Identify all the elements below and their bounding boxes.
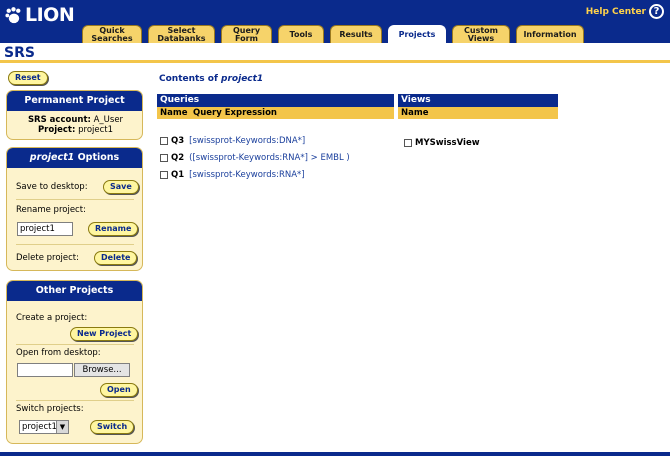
permanent-project-panel: Permanent Project SRS account: A_User Pr… xyxy=(6,90,143,140)
project-line: Project: project1 xyxy=(7,125,144,135)
other-projects-panel: Other Projects Create a project: New Pro… xyxy=(6,280,143,444)
contents-project-name: project1 xyxy=(221,74,264,84)
tab-tools[interactable]: Tools xyxy=(278,25,324,43)
project-options-title: project1 Options xyxy=(7,148,142,168)
contents-prefix: Contents of xyxy=(159,74,222,84)
bottom-bar xyxy=(0,452,670,456)
tab-select-databanks[interactable]: Select Databanks xyxy=(148,25,215,43)
view-name[interactable]: MYSwissView xyxy=(415,138,480,148)
help-icon: ? xyxy=(649,4,664,19)
srs-banner: SRS xyxy=(0,43,670,63)
query-checkbox[interactable] xyxy=(160,137,168,145)
srs-account-value: A_User xyxy=(93,115,124,125)
switch-button[interactable]: Switch xyxy=(90,420,135,434)
srs-account-label: SRS account: xyxy=(27,115,91,125)
query-expression-link[interactable]: [swissprot-Keywords:RNA*] xyxy=(189,170,304,180)
open-file-input[interactable] xyxy=(17,363,73,377)
view-row: MYSwissView xyxy=(404,138,485,148)
query-checkbox[interactable] xyxy=(160,154,168,162)
permanent-project-title: Permanent Project xyxy=(7,91,142,111)
project-options-panel: project1 Options Save to desktop: Save R… xyxy=(6,147,143,271)
chevron-down-icon[interactable]: ▼ xyxy=(56,421,68,433)
tab-results[interactable]: Results xyxy=(330,25,382,43)
srs-title: SRS xyxy=(4,45,35,61)
rename-label: Rename project: xyxy=(16,205,86,215)
switch-project-select[interactable]: project1 ▼ xyxy=(19,420,69,434)
queries-col-name: Name xyxy=(160,108,188,118)
project-options-suffix: Options xyxy=(74,152,120,163)
query-checkbox[interactable] xyxy=(160,171,168,179)
save-button[interactable]: Save xyxy=(103,180,139,194)
query-row: Q3 [swissprot-Keywords:DNA*] xyxy=(160,136,305,146)
delete-label: Delete project: xyxy=(16,253,79,263)
srs-account-line: SRS account: A_User xyxy=(7,115,144,125)
tab-information[interactable]: Information xyxy=(516,25,584,43)
browse-button[interactable]: Browse... xyxy=(74,363,130,377)
open-desktop-label: Open from desktop: xyxy=(16,348,101,358)
query-expression-link[interactable]: ([swissprot-Keywords:RNA*] > EMBL ) xyxy=(189,153,350,163)
help-center-label: Help Center xyxy=(585,6,646,17)
query-expression-link[interactable]: [swissprot-Keywords:DNA*] xyxy=(189,136,305,146)
tab-projects[interactable]: Projects xyxy=(388,25,446,43)
switch-project-value: project1 xyxy=(22,422,57,432)
query-name: Q3 xyxy=(171,136,185,146)
query-name: Q1 xyxy=(171,170,185,180)
project-label: Project: xyxy=(37,125,76,135)
project-options-name: project1 xyxy=(29,152,75,163)
delete-button[interactable]: Delete xyxy=(94,251,138,265)
save-label: Save to desktop: xyxy=(16,182,88,192)
reset-button[interactable]: Reset xyxy=(8,71,48,85)
switch-projects-label: Switch projects: xyxy=(16,404,84,414)
app-header: LION Help Center ? Quick Searches Select… xyxy=(0,0,670,43)
queries-col-expression: Query Expression xyxy=(193,108,277,118)
project-value: project1 xyxy=(78,125,114,135)
views-header: Views xyxy=(398,94,558,107)
help-center-link[interactable]: Help Center ? xyxy=(586,4,664,19)
rename-button[interactable]: Rename xyxy=(88,222,139,236)
paw-icon xyxy=(5,6,21,23)
divider xyxy=(16,400,134,401)
new-project-button[interactable]: New Project xyxy=(70,327,139,341)
tab-query-form[interactable]: Query Form xyxy=(221,25,272,43)
tab-custom-views[interactable]: Custom Views xyxy=(452,25,510,43)
main-tabs: Quick Searches Select Databanks Query Fo… xyxy=(82,25,590,43)
create-project-label: Create a project: xyxy=(16,313,88,323)
divider xyxy=(16,199,134,200)
divider xyxy=(16,244,134,245)
view-checkbox[interactable] xyxy=(404,139,412,147)
tab-quick-searches[interactable]: Quick Searches xyxy=(82,25,142,43)
other-projects-title: Other Projects xyxy=(7,281,142,301)
logo-text: LION xyxy=(25,4,75,26)
query-name: Q2 xyxy=(171,153,185,163)
query-row: Q2 ([swissprot-Keywords:RNA*] > EMBL ) xyxy=(160,153,350,163)
divider xyxy=(16,344,134,345)
open-button[interactable]: Open xyxy=(100,383,138,397)
query-row: Q1 [swissprot-Keywords:RNA*] xyxy=(160,170,305,180)
lion-logo[interactable]: LION xyxy=(4,4,75,26)
views-col-name: Name xyxy=(398,107,558,119)
queries-subheader: Name Query Expression xyxy=(157,107,394,119)
contents-heading: Contents of project1 xyxy=(159,74,263,84)
rename-input[interactable]: project1 xyxy=(17,222,73,236)
queries-header: Queries xyxy=(157,94,394,107)
